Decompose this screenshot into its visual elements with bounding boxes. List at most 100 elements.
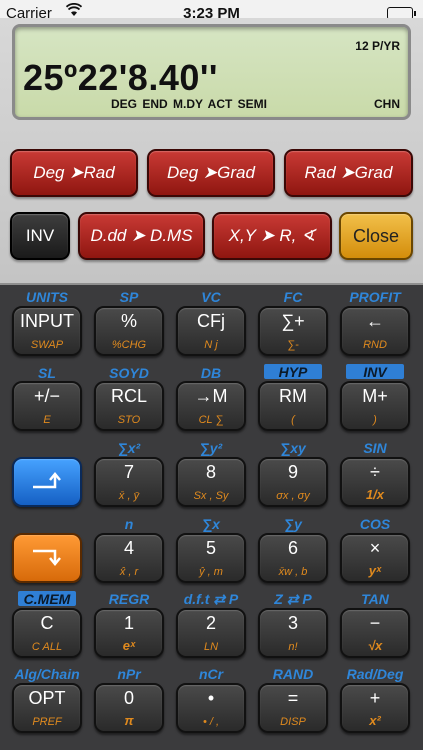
- key-shift-label: RND: [363, 339, 387, 351]
- digit-5-key[interactable]: 5 ŷ , m: [176, 533, 246, 583]
- key-main-label: M+: [362, 386, 388, 406]
- opt-key[interactable]: OPT PREF: [12, 683, 82, 733]
- label-cos: COS: [359, 516, 391, 532]
- label-z-p: Z ⇄ P: [274, 591, 312, 607]
- key-main-label: ←: [366, 311, 384, 331]
- digit-8-key[interactable]: 8 Sx , Sy: [176, 457, 246, 507]
- digit-1-key[interactable]: 1 eˣ: [94, 608, 164, 658]
- to-memory-key[interactable]: →M CL ∑: [176, 381, 246, 431]
- label-sum-xy: ∑xy: [280, 440, 306, 456]
- key-shift-label: π: [124, 713, 134, 728]
- key-main-label: →M: [194, 386, 228, 406]
- plus-minus-key[interactable]: +/− E: [12, 381, 82, 431]
- label-profit: PROFIT: [349, 289, 401, 305]
- label-n: n: [124, 516, 134, 532]
- equals-key[interactable]: = DISP: [258, 683, 328, 733]
- digit-6-key[interactable]: 6 x̄w , b: [258, 533, 328, 583]
- divide-key[interactable]: ÷ 1/x: [340, 457, 410, 507]
- upper-panel: 12 P/YR 25º22'8.40'' DEG END M.DY ACT SE…: [0, 18, 423, 285]
- key-shift-label: x̄ , ȳ: [118, 490, 140, 502]
- label-sp: SP: [119, 289, 139, 305]
- rcl-key[interactable]: RCL STO: [94, 381, 164, 431]
- key-main-label: 7: [123, 462, 134, 482]
- clear-key[interactable]: C C ALL: [12, 608, 82, 658]
- lcd-language: CHN: [374, 97, 400, 111]
- deg-to-rad-button[interactable]: Deg ➤Rad: [10, 149, 138, 197]
- key-main-label: 3: [287, 613, 298, 633]
- label-sum-y2: ∑y²: [199, 440, 223, 456]
- label-sum-x: ∑x: [202, 516, 220, 532]
- key-shift-label: DISP: [280, 716, 306, 728]
- label-vc: VC: [201, 289, 221, 305]
- label-sum-y: ∑y: [284, 516, 302, 532]
- multiply-key[interactable]: × yˣ: [340, 533, 410, 583]
- digit-2-key[interactable]: 2 LN: [176, 608, 246, 658]
- decimal-key[interactable]: • • / ,: [176, 683, 246, 733]
- lcd-value: 25º22'8.40'': [23, 57, 218, 98]
- input-key[interactable]: INPUT SWAP: [12, 306, 82, 356]
- key-shift-label: √x: [367, 638, 383, 653]
- ddd-to-dms-button[interactable]: D.dd ➤ D.MS: [78, 212, 205, 260]
- key-main-label: •: [207, 688, 215, 708]
- sigma-plus-key[interactable]: ∑+ ∑-: [258, 306, 328, 356]
- deg-to-grad-button[interactable]: Deg ➤Grad: [147, 149, 275, 197]
- label-cmem: C.MEM: [18, 591, 76, 607]
- plus-key[interactable]: + x²: [340, 683, 410, 733]
- key-main-label: 4: [123, 538, 134, 558]
- label-dft-p: d.f.t ⇄ P: [183, 591, 239, 607]
- cfj-key[interactable]: CFj N j: [176, 306, 246, 356]
- key-shift-label: CL ∑: [198, 414, 224, 426]
- label-sin: SIN: [363, 440, 387, 456]
- shift-up-key[interactable]: [12, 457, 82, 507]
- key-main-label: +/−: [33, 386, 61, 406]
- label-regr: REGR: [108, 591, 150, 607]
- m-plus-key[interactable]: M+ ): [340, 381, 410, 431]
- digit-9-key[interactable]: 9 σx , σy: [258, 457, 328, 507]
- key-main-label: 9: [287, 462, 298, 482]
- key-shift-label: E: [43, 414, 51, 426]
- key-shift-label: (: [291, 414, 295, 426]
- close-button[interactable]: Close: [339, 212, 413, 260]
- digit-7-key[interactable]: 7 x̄ , ȳ: [94, 457, 164, 507]
- label-db: DB: [200, 365, 222, 381]
- lcd-display: 12 P/YR 25º22'8.40'' DEG END M.DY ACT SE…: [12, 24, 411, 120]
- percent-key[interactable]: % %CHG: [94, 306, 164, 356]
- rad-to-grad-button[interactable]: Rad ➤Grad: [284, 149, 413, 197]
- key-main-label: 5: [205, 538, 216, 558]
- label-sum-x2: ∑x²: [117, 440, 141, 456]
- digit-0-key[interactable]: 0 π: [94, 683, 164, 733]
- key-shift-label: x̂ , r: [119, 566, 139, 578]
- digit-3-key[interactable]: 3 n!: [258, 608, 328, 658]
- key-main-label: 8: [205, 462, 216, 482]
- key-main-label: 0: [123, 688, 134, 708]
- inv-button[interactable]: INV: [10, 212, 70, 260]
- key-main-label: =: [287, 688, 299, 708]
- key-shift-label: eˣ: [122, 638, 136, 653]
- label-tan: TAN: [361, 591, 389, 607]
- key-shift-label: PREF: [32, 716, 62, 728]
- shift-down-key[interactable]: [12, 533, 82, 583]
- keypad: UNITS SP VC FC PROFIT INPUT SWAP % %CHG …: [0, 285, 423, 750]
- key-shift-label: ∑-: [287, 339, 299, 351]
- key-main-label: 2: [205, 613, 216, 633]
- xy-to-polar-button[interactable]: X,Y ➤ R, ∢: [212, 212, 332, 260]
- key-shift-label: σx , σy: [276, 490, 310, 502]
- key-main-label: 1: [123, 613, 134, 633]
- label-alg-chain: Alg/Chain: [14, 666, 80, 682]
- label-fc: FC: [283, 289, 303, 305]
- key-main-label: CFj: [197, 311, 225, 331]
- label-rand: RAND: [272, 666, 314, 682]
- backspace-key[interactable]: ← RND: [340, 306, 410, 356]
- key-main-label: ∑+: [281, 311, 305, 331]
- rm-key[interactable]: RM (: [258, 381, 328, 431]
- key-shift-label: 1/x: [365, 487, 385, 502]
- key-main-label: ÷: [370, 462, 380, 482]
- minus-key[interactable]: − √x: [340, 608, 410, 658]
- key-main-label: ×: [369, 538, 381, 558]
- key-shift-label: yˣ: [368, 563, 382, 578]
- key-shift-label: LN: [203, 641, 219, 653]
- digit-4-key[interactable]: 4 x̂ , r: [94, 533, 164, 583]
- shift-up-icon: [14, 471, 80, 497]
- label-hyp: HYP: [264, 364, 322, 380]
- label-npr: nPr: [117, 666, 141, 682]
